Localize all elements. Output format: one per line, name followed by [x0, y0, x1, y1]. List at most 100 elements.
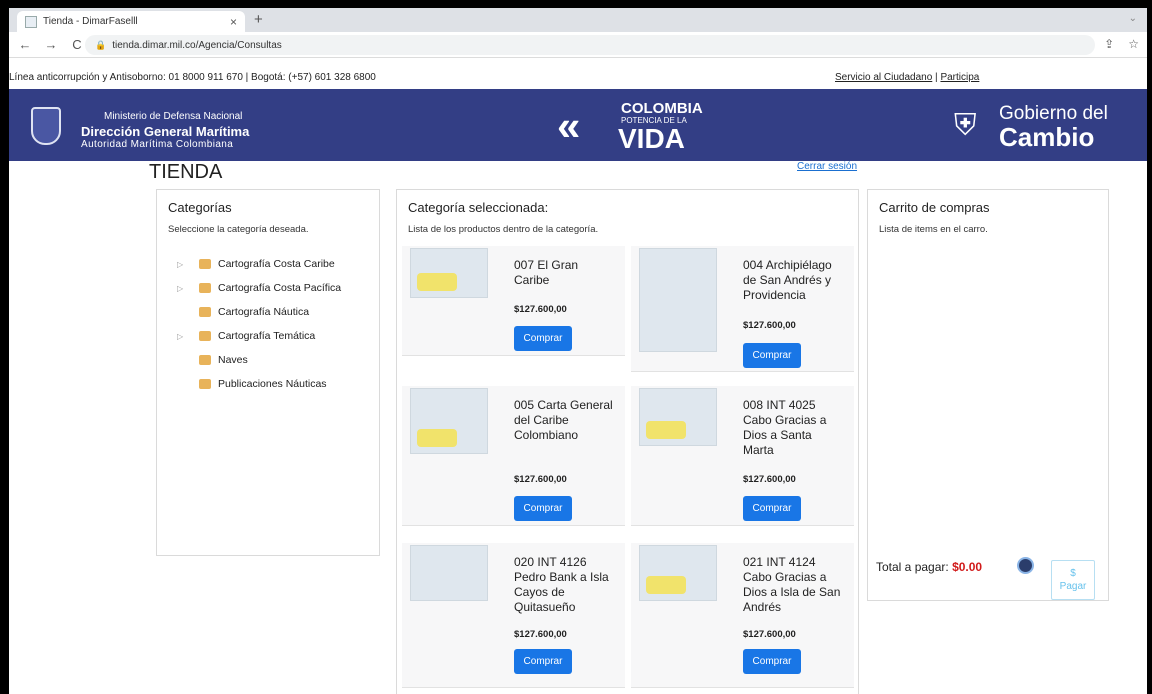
browser-window: Tienda - DimarFaselll × + ⌄ ← → C 🔒 tien… [9, 8, 1147, 694]
colombia-logo-icon: « [557, 102, 581, 149]
product-card: 005 Carta General del Caribe Colombiano … [402, 386, 625, 526]
category-label: Naves [218, 354, 248, 366]
folder-icon [199, 307, 211, 317]
category-item[interactable]: ▷ Cartografía Costa Pacífica [177, 276, 341, 300]
url-text: tienda.dimar.mil.co/Agencia/Consultas [112, 39, 282, 51]
categories-subtitle: Seleccione la categoría deseada. [168, 224, 309, 235]
expand-arrow-icon[interactable]: ▷ [177, 332, 199, 341]
product-card: 021 INT 4124 Cabo Gracias a Dios a Isla … [631, 543, 854, 688]
product-name: 008 INT 4025 Cabo Gracias a Dios a Santa… [743, 398, 827, 457]
product-name: 020 INT 4126 Pedro Bank a Isla Cayos de … [514, 555, 609, 614]
chevron-down-icon[interactable]: ⌄ [1129, 13, 1137, 24]
chart-thumbnail [639, 388, 717, 446]
product-price: $127.600,00 [743, 629, 796, 640]
product-price: $127.600,00 [514, 629, 567, 640]
category-label: Cartografía Costa Pacífica [218, 282, 342, 294]
cart-total: Total a pagar: $0.00 [876, 560, 982, 574]
folder-icon [199, 379, 211, 389]
favicon-icon [25, 15, 37, 28]
categories-panel: Categorías Seleccione la categoría desea… [156, 189, 380, 556]
product-card: 007 El Gran Caribe $127.600,00 Comprar [402, 246, 625, 356]
site-header: Ministerio de Defensa Nacional Dirección… [9, 89, 1147, 161]
chart-thumbnail [410, 545, 488, 601]
colombia-text: COLOMBIA [621, 100, 703, 117]
total-value: $0.00 [952, 560, 983, 574]
servicio-ciudadano-link[interactable]: Servicio al Ciudadano [835, 72, 932, 83]
product-name: 005 Carta General del Caribe Colombiano [514, 398, 613, 442]
coat-of-arms-icon: ⛨ [954, 109, 977, 142]
buy-button[interactable]: Comprar [743, 496, 801, 521]
category-label: Cartografía Temática [218, 330, 316, 342]
close-tab-icon[interactable]: × [230, 15, 237, 29]
reload-button[interactable]: C [67, 37, 87, 52]
chart-thumbnail [639, 248, 717, 352]
back-button[interactable]: ← [15, 37, 35, 52]
expand-arrow-icon[interactable]: ▷ [177, 284, 199, 293]
folder-icon [199, 355, 211, 365]
share-icon[interactable]: ⇪ [1104, 37, 1114, 51]
buy-button[interactable]: Comprar [514, 326, 572, 351]
total-label: Total a pagar: [876, 560, 953, 574]
buy-button[interactable]: Comprar [514, 649, 572, 674]
new-tab-button[interactable]: + [254, 11, 263, 28]
forward-button[interactable]: → [41, 37, 61, 52]
category-item[interactable]: Naves [177, 348, 341, 372]
ministerio-text: Ministerio de Defensa Nacional [104, 111, 243, 122]
category-label: Cartografía Náutica [218, 306, 310, 318]
product-card: 004 Archipiélago de San Andrés y Provide… [631, 246, 854, 372]
product-card: 020 INT 4126 Pedro Bank a Isla Cayos de … [402, 543, 625, 688]
products-panel: Categoría seleccionada: Lista de los pro… [396, 189, 859, 694]
buy-button[interactable]: Comprar [514, 496, 572, 521]
product-price: $127.600,00 [514, 304, 567, 315]
product-name: 007 El Gran Caribe [514, 258, 579, 287]
buy-button[interactable]: Comprar [743, 649, 801, 674]
url-input[interactable]: 🔒 tienda.dimar.mil.co/Agencia/Consultas [85, 35, 1095, 55]
browser-tab[interactable]: Tienda - DimarFaselll × [17, 11, 245, 32]
payment-coin-icon [1017, 557, 1034, 574]
pay-button[interactable]: $ Pagar [1051, 560, 1095, 600]
buy-button[interactable]: Comprar [743, 343, 801, 368]
pay-label: Pagar [1059, 581, 1087, 592]
bookmark-star-icon[interactable]: ☆ [1128, 37, 1139, 51]
cart-subtitle: Lista de items en el carro. [879, 224, 988, 235]
product-price: $127.600,00 [743, 474, 796, 485]
tab-title: Tienda - DimarFaselll [43, 16, 138, 27]
folder-icon [199, 331, 211, 341]
expand-arrow-icon[interactable]: ▷ [177, 260, 199, 269]
address-bar: ← → C 🔒 tienda.dimar.mil.co/Agencia/Cons… [9, 32, 1147, 58]
category-label: Publicaciones Náuticas [218, 378, 327, 390]
category-label: Cartografía Costa Caribe [218, 258, 335, 270]
info-bar: Línea anticorrupción y Antisoborno: 01 8… [9, 69, 1147, 87]
categories-title: Categorías [168, 200, 232, 215]
category-item[interactable]: Cartografía Náutica [177, 300, 341, 324]
category-item[interactable]: Publicaciones Náuticas [177, 372, 341, 396]
tab-bar: Tienda - DimarFaselll × + ⌄ [9, 8, 1147, 32]
lock-icon: 🔒 [95, 39, 107, 50]
folder-icon [199, 283, 211, 293]
chart-thumbnail [410, 248, 488, 298]
hotline-text: Línea anticorrupción y Antisoborno: 01 8… [9, 72, 376, 83]
category-item[interactable]: ▷ Cartografía Temática [177, 324, 341, 348]
autoridad-text: Autoridad Marítima Colombiana [81, 139, 234, 150]
folder-icon [199, 259, 211, 269]
selected-subtitle: Lista de los productos dentro de la cate… [408, 224, 599, 235]
vida-text: VIDA [618, 123, 685, 154]
selected-title: Categoría seleccionada: [408, 200, 549, 215]
product-name: 021 INT 4124 Cabo Gracias a Dios a Isla … [743, 555, 841, 614]
chart-thumbnail [639, 545, 717, 601]
product-name: 004 Archipiélago de San Andrés y Provide… [743, 258, 832, 302]
page-title: TIENDA [149, 161, 223, 183]
dimar-shield-icon [31, 107, 61, 145]
product-price: $127.600,00 [743, 320, 796, 331]
cart-panel: Carrito de compras Lista de items en el … [867, 189, 1109, 601]
logout-link[interactable]: Cerrar sesión [797, 161, 857, 172]
cart-title: Carrito de compras [879, 200, 990, 215]
dollar-icon: $ [1070, 568, 1076, 579]
chart-thumbnail [410, 388, 488, 454]
category-item[interactable]: ▷ Cartografía Costa Caribe [177, 252, 341, 276]
participa-link[interactable]: Participa [940, 72, 979, 83]
product-card: 008 INT 4025 Cabo Gracias a Dios a Santa… [631, 386, 854, 526]
cambio-text: Cambio [999, 122, 1095, 152]
info-links: Servicio al Ciudadano | Participa [835, 72, 979, 83]
direccion-text: Dirección General Marítima [81, 124, 250, 139]
